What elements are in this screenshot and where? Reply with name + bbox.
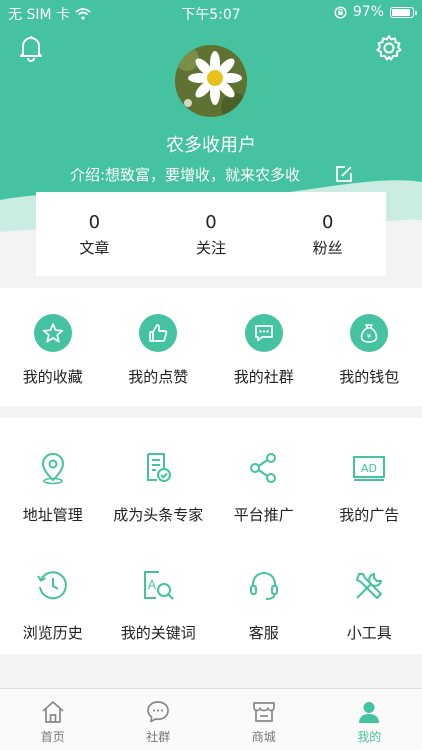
battery-percent: 97% — [352, 4, 384, 20]
status-right: 97% — [334, 4, 417, 20]
tab-home[interactable]: 首页 — [0, 689, 106, 750]
document-check-icon — [147, 453, 172, 482]
star-icon — [33, 314, 72, 352]
tab-home-label: 首页 — [40, 730, 65, 744]
tools-label: 小工具 — [346, 624, 392, 642]
platform-promotion-label: 平台推广 — [233, 506, 294, 524]
my-favorites-button[interactable]: 我的收藏 — [0, 288, 106, 406]
thumbs-up-icon — [139, 314, 178, 352]
my-keywords-button[interactable]: A 我的关键词 — [106, 536, 212, 654]
tab-shop[interactable]: 商城 — [211, 689, 317, 750]
shop-icon — [252, 702, 275, 722]
stat-value: 0 — [205, 212, 217, 233]
tab-profile[interactable]: 我的 — [317, 689, 422, 750]
customer-service-button[interactable]: 客服 — [211, 536, 317, 654]
username: 农多收用户 — [166, 135, 256, 156]
my-ads-button[interactable]: AD 我的广告 — [317, 418, 422, 536]
stat-following[interactable]: 0 关注 — [153, 192, 270, 276]
stat-value: 0 — [88, 212, 101, 233]
my-wallet-button[interactable]: ¥ 我的钱包 — [317, 288, 422, 406]
chat-icon — [244, 314, 283, 352]
battery-fill — [392, 8, 410, 16]
stat-label: 文章 — [79, 239, 110, 257]
address-management-button[interactable]: 地址管理 — [0, 418, 106, 536]
battery-icon — [390, 6, 417, 18]
tools-icon — [356, 573, 383, 599]
become-expert-button[interactable]: 成为头条专家 — [106, 418, 212, 536]
community-label: 我的社群 — [233, 368, 294, 386]
settings-gear-icon[interactable] — [374, 33, 404, 63]
orientation-lock-icon — [334, 5, 347, 19]
avatar[interactable] — [175, 45, 247, 117]
stat-followers[interactable]: 0 粉丝 — [269, 192, 386, 276]
platform-promotion-button[interactable]: 平台推广 — [211, 418, 317, 536]
customer-service-label: 客服 — [248, 624, 279, 642]
stats-panel: 0 文章 0 关注 0 粉丝 — [36, 192, 386, 276]
community-chat-icon — [147, 701, 170, 723]
svg-text:AD: AD — [361, 462, 377, 475]
home-icon — [42, 701, 64, 723]
services-card: 地址管理 成为头条专家 平台推广 AD 我的广告 浏览历史 A 我的关键词 客服 — [0, 418, 422, 654]
favorites-label: 我的收藏 — [22, 368, 83, 386]
location-pin-icon — [41, 452, 64, 485]
notification-bell-icon[interactable] — [16, 33, 46, 63]
likes-label: 我的点赞 — [128, 368, 189, 386]
my-community-button[interactable]: 我的社群 — [211, 288, 317, 406]
tab-profile-label: 我的 — [357, 730, 382, 744]
edit-icon[interactable] — [334, 164, 354, 184]
address-management-label: 地址管理 — [22, 506, 83, 524]
svg-text:A: A — [148, 578, 157, 592]
stat-label: 粉丝 — [312, 239, 343, 257]
my-keywords-label: 我的关键词 — [120, 624, 196, 642]
tab-community[interactable]: 社群 — [106, 689, 212, 750]
headset-icon — [249, 572, 278, 600]
svg-text:¥: ¥ — [367, 333, 372, 341]
tab-community-label: 社群 — [146, 730, 171, 744]
my-ads-label: 我的广告 — [339, 506, 400, 524]
status-bar: 无 SIM 卡 下午5:07 97% — [0, 0, 422, 24]
stat-label: 关注 — [196, 239, 227, 257]
share-icon — [249, 453, 276, 483]
become-expert-label: 成为头条专家 — [113, 506, 204, 524]
tab-shop-label: 商城 — [251, 730, 276, 744]
profile-bio: 介绍:想致富，要增收，就来农多收 — [70, 166, 301, 184]
browsing-history-label: 浏览历史 — [22, 624, 83, 642]
tools-button[interactable]: 小工具 — [317, 536, 422, 654]
daisy-avatar-image — [175, 45, 247, 117]
history-clock-icon — [36, 571, 67, 600]
money-bag-icon: ¥ — [350, 314, 389, 352]
stat-articles[interactable]: 0 文章 — [36, 192, 153, 276]
browsing-history-button[interactable]: 浏览历史 — [0, 536, 106, 654]
stat-value: 0 — [321, 212, 334, 233]
services-grid: 地址管理 成为头条专家 平台推广 AD 我的广告 浏览历史 A 我的关键词 客服 — [0, 418, 422, 654]
profile-icon — [359, 702, 380, 723]
my-likes-button[interactable]: 我的点赞 — [106, 288, 212, 406]
wallet-label: 我的钱包 — [339, 368, 400, 386]
bottom-tab-bar: 首页 社群 商城 我的 — [0, 688, 422, 750]
keyword-search-icon: A — [144, 571, 175, 600]
quick-actions-card: 我的收藏 我的点赞 我的社群 ¥ 我的钱包 — [0, 288, 422, 406]
ad-icon: AD — [353, 456, 386, 481]
